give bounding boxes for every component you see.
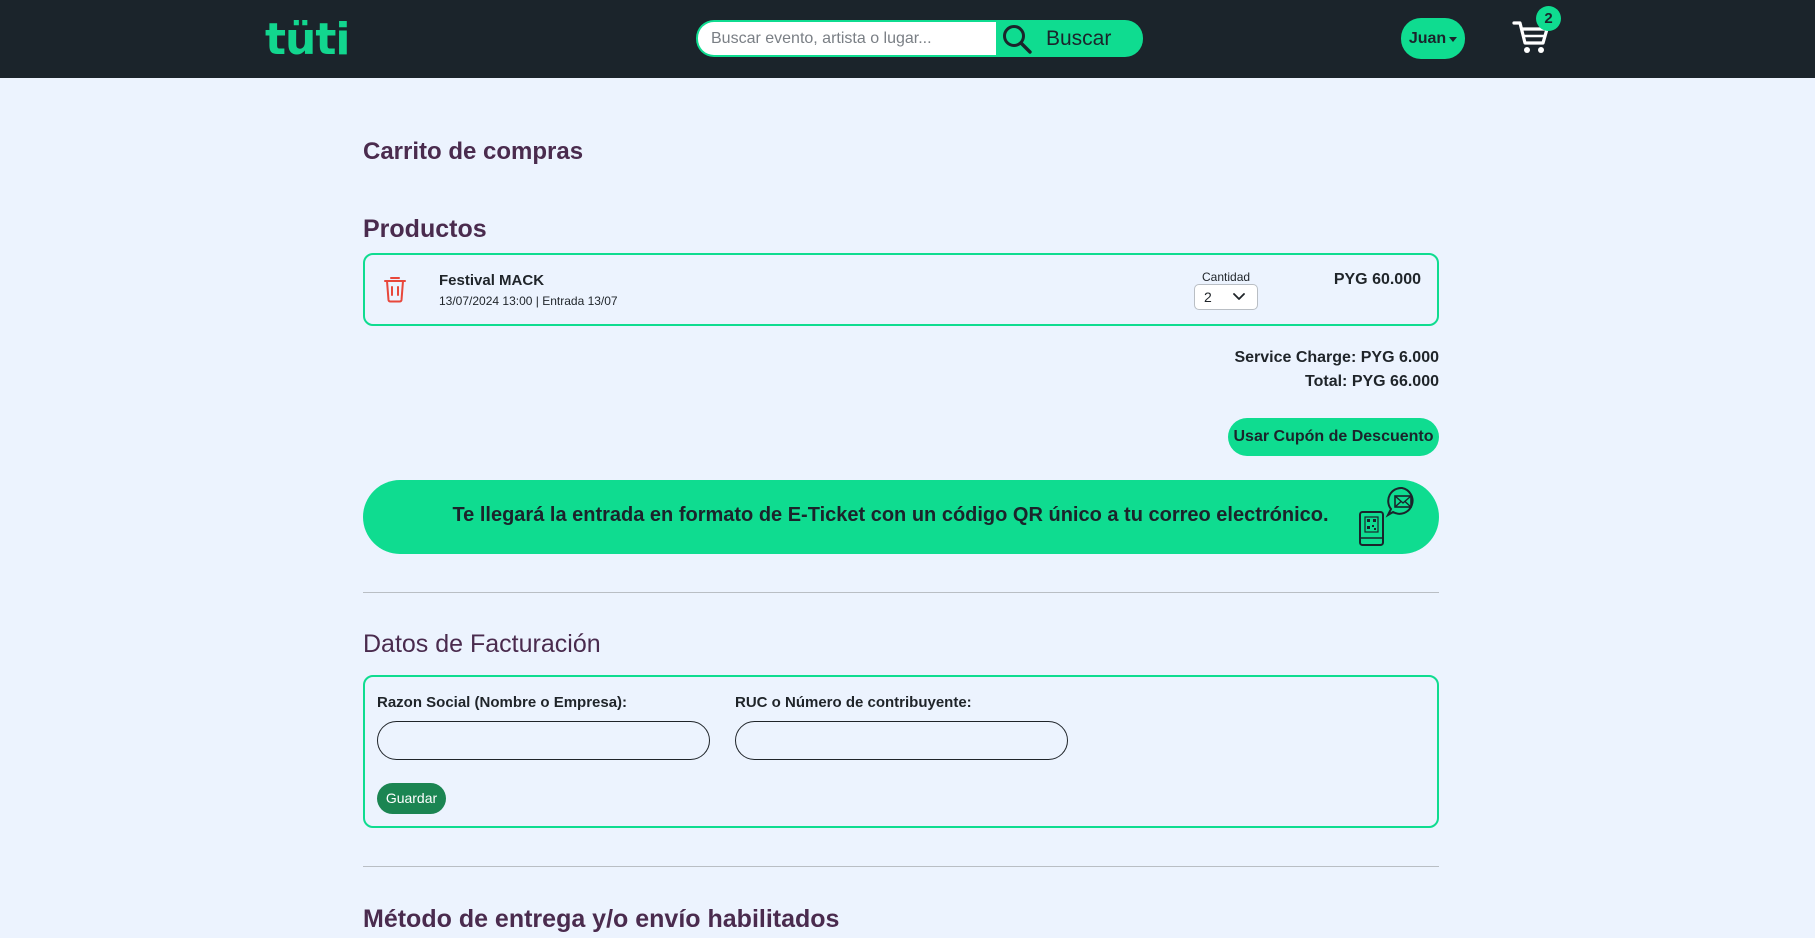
ruc-label: RUC o Número de contribuyente: [735, 694, 972, 711]
use-coupon-button[interactable]: Usar Cupón de Descuento [1228, 418, 1439, 456]
total-amount: Total: PYG 66.000 [1305, 373, 1439, 390]
eticket-phone-mail-icon [1359, 486, 1414, 546]
quantity-label: Cantidad [1202, 270, 1251, 284]
eticket-notice-text: Te llegará la entrada en formato de E-Ti… [452, 504, 1329, 526]
caret-down-icon [1449, 37, 1458, 42]
top-navbar: tüti Buscar Juan 2 [0, 0, 1815, 78]
delivery-heading: Método de entrega y/o envío habilitados [363, 905, 840, 933]
search-input[interactable] [698, 22, 996, 55]
section-divider [363, 592, 1439, 593]
chevron-down-icon [1233, 293, 1245, 300]
search-button[interactable]: Buscar [996, 20, 1143, 57]
product-price: PYG 60.000 [1333, 271, 1421, 288]
save-billing-button[interactable]: Guardar [377, 783, 446, 814]
section-divider [363, 866, 1439, 867]
quantity-select[interactable]: 2 [1194, 284, 1258, 310]
products-heading: Productos [363, 215, 487, 243]
service-charge: Service Charge: PYG 6.000 [1234, 349, 1439, 366]
eticket-notice-banner: Te llegará la entrada en formato de E-Ti… [363, 480, 1439, 554]
search-button-label: Buscar [1046, 27, 1112, 50]
billing-heading: Datos de Facturación [363, 630, 601, 658]
search-icon [1003, 25, 1032, 54]
business-name-label: Razon Social (Nombre o Empresa): [377, 694, 628, 711]
cart-item: Festival MACK 13/07/2024 13:00 | Entrada… [363, 253, 1439, 326]
trash-icon[interactable] [383, 275, 407, 303]
cart-count-badge: 2 [1536, 6, 1561, 31]
quantity-value: 2 [1204, 289, 1212, 305]
business-name-input[interactable] [377, 721, 710, 760]
user-name: Juan [1408, 29, 1447, 47]
ruc-input[interactable] [735, 721, 1068, 760]
billing-form: Razon Social (Nombre o Empresa): RUC o N… [363, 675, 1439, 828]
user-menu-button[interactable]: Juan [1401, 18, 1465, 59]
tuti-logo[interactable]: tüti [265, 18, 350, 62]
product-date: 13/07/2024 13:00 | Entrada 13/07 [439, 294, 618, 308]
page-title: Carrito de compras [363, 138, 584, 165]
search-bar: Buscar [696, 20, 1143, 57]
product-name: Festival MACK [439, 272, 545, 289]
